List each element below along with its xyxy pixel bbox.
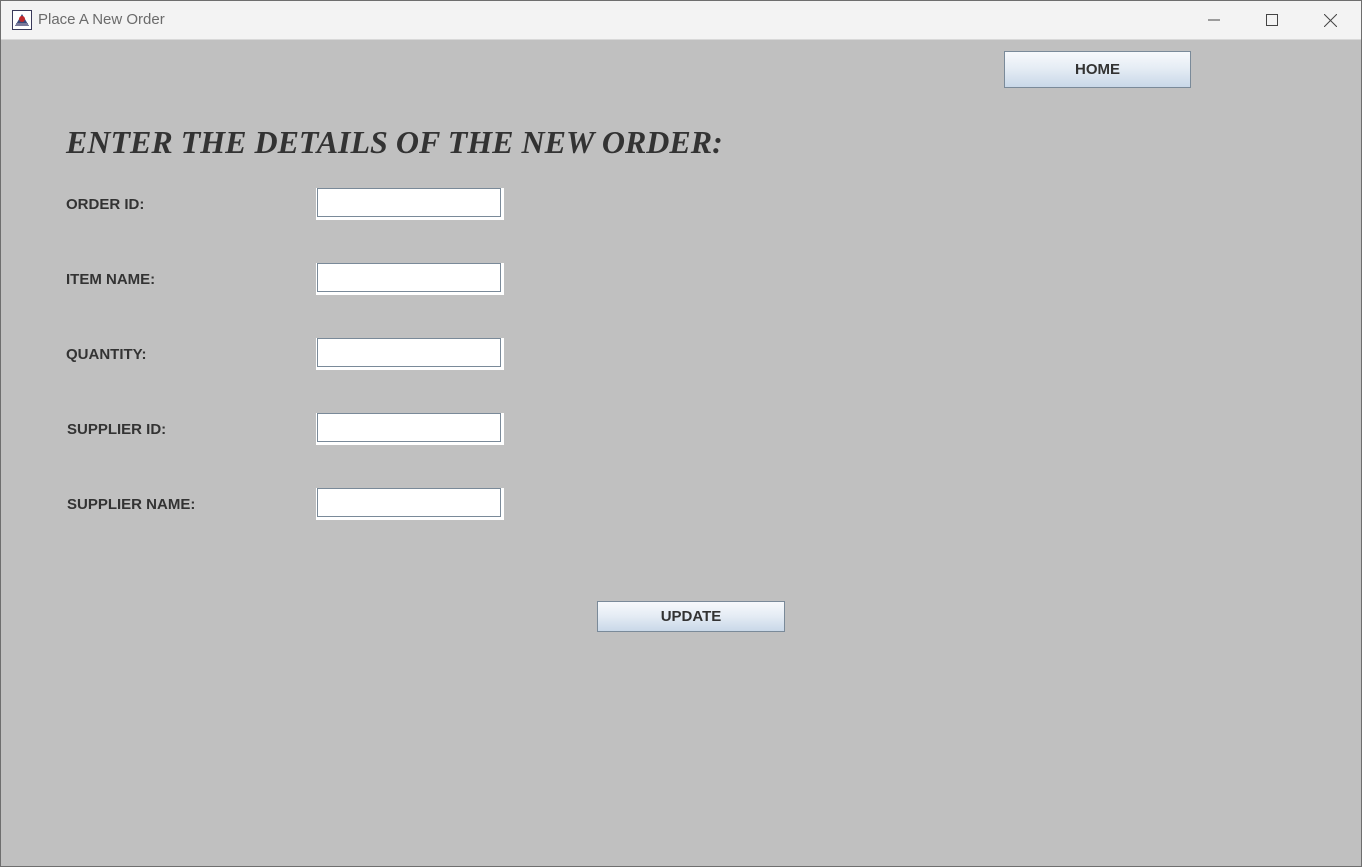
title-bar[interactable]: Place A New Order (1, 1, 1361, 40)
order-id-field[interactable] (317, 188, 501, 217)
quantity-label: QUANTITY: (66, 346, 147, 363)
order-id-label: ORDER ID: (66, 196, 145, 213)
supplier-name-label: SUPPLIER NAME: (67, 496, 196, 513)
close-button[interactable] (1301, 1, 1359, 39)
quantity-field[interactable] (317, 338, 501, 367)
supplier-name-field[interactable] (317, 488, 501, 517)
supplier-id-label: SUPPLIER ID: (67, 421, 167, 438)
application-window: Place A New Order HOME ENTER THE DETAILS… (0, 0, 1362, 867)
java-app-icon (12, 10, 32, 30)
maximize-button[interactable] (1243, 1, 1301, 39)
window-title: Place A New Order (38, 11, 165, 28)
maximize-icon (1266, 14, 1278, 26)
item-name-field[interactable] (317, 263, 501, 292)
update-button[interactable]: UPDATE (597, 601, 785, 632)
form-heading: ENTER THE DETAILS OF THE NEW ORDER: (66, 124, 723, 160)
home-button[interactable]: HOME (1004, 51, 1191, 88)
item-name-label: ITEM NAME: (66, 271, 156, 288)
close-icon (1323, 13, 1337, 27)
minimize-button[interactable] (1185, 1, 1243, 39)
content-pane: HOME ENTER THE DETAILS OF THE NEW ORDER:… (1, 40, 1361, 866)
minimize-icon (1208, 19, 1220, 21)
supplier-id-field[interactable] (317, 413, 501, 442)
